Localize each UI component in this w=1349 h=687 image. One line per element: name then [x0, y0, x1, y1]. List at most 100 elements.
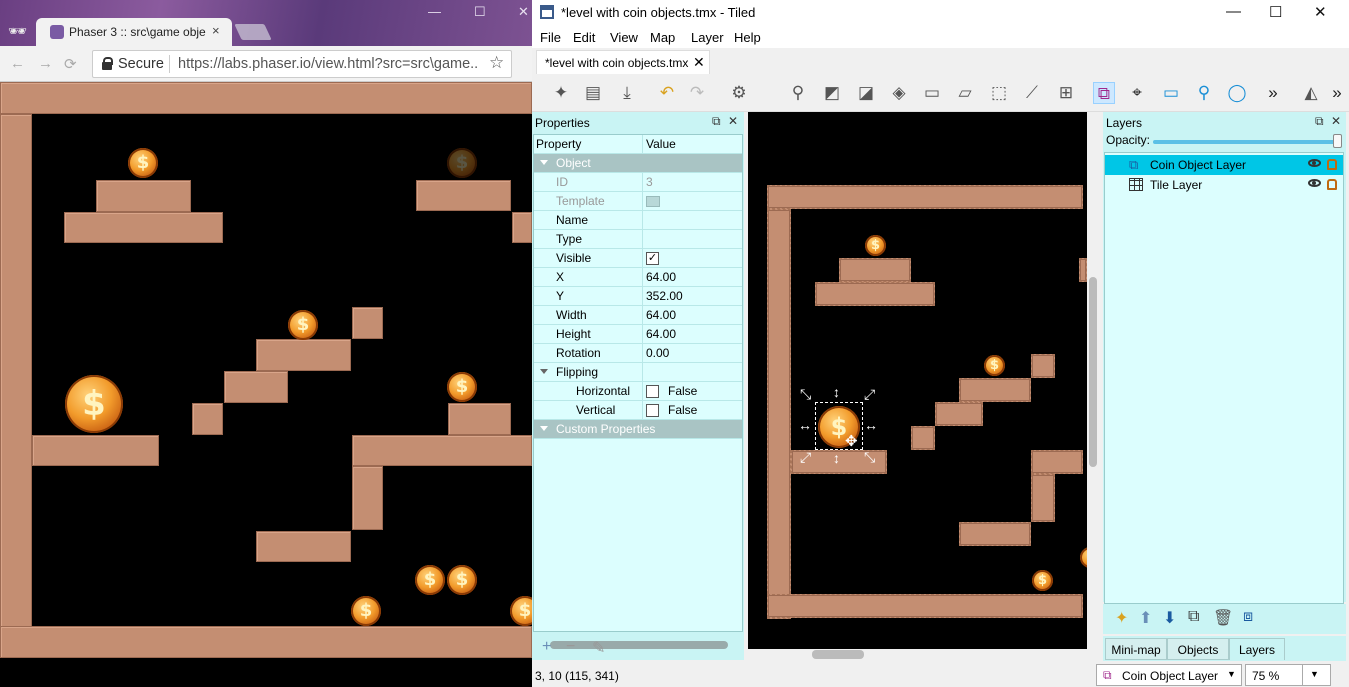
- coin-object[interactable]: $: [984, 355, 1005, 376]
- bookmark-star-icon[interactable]: ☆: [489, 53, 504, 73]
- document-tab[interactable]: *level with coin objects.tmx ✕: [536, 50, 710, 74]
- browser-tab[interactable]: Phaser 3 :: src\game obje ×: [36, 18, 232, 46]
- duplicate-layer-icon[interactable]: ⧉: [1188, 608, 1199, 626]
- flip-horizontal-icon[interactable]: ◭: [1300, 82, 1322, 104]
- minimize-button[interactable]: —: [1226, 3, 1241, 20]
- commands-icon[interactable]: ⚙: [728, 82, 750, 104]
- resize-handle-icon[interactable]: ↔: [864, 417, 878, 433]
- minimize-button[interactable]: —: [428, 4, 441, 19]
- edit-polygons-icon[interactable]: ⌖: [1126, 82, 1148, 104]
- property-row[interactable]: Height 64.00: [534, 325, 742, 344]
- property-row[interactable]: Y 352.00: [534, 287, 742, 306]
- new-file-icon[interactable]: ✦: [550, 82, 572, 104]
- collapse-icon[interactable]: [540, 369, 548, 374]
- rect-select-icon[interactable]: ⬚: [988, 82, 1010, 104]
- opacity-slider-handle[interactable]: [1333, 134, 1342, 148]
- eye-icon[interactable]: [1308, 159, 1321, 167]
- property-value[interactable]: 64.00: [646, 270, 676, 284]
- close-window-button[interactable]: ✕: [1314, 3, 1327, 21]
- more-tools-icon[interactable]: »: [1262, 82, 1284, 104]
- property-row[interactable]: Name: [534, 211, 742, 230]
- tab-objects[interactable]: Objects: [1167, 638, 1229, 660]
- eye-icon[interactable]: [1308, 179, 1321, 187]
- layer-row-coin-object-layer[interactable]: ⧉ Coin Object Layer: [1105, 155, 1343, 175]
- maximize-button[interactable]: ☐: [474, 4, 486, 20]
- close-panel-icon[interactable]: ✕: [728, 114, 738, 128]
- property-value[interactable]: 64.00: [646, 308, 676, 322]
- property-row[interactable]: Horizontal False: [534, 382, 742, 401]
- zoom-select[interactable]: 75 % ▼: [1245, 664, 1331, 686]
- wang-brush-icon[interactable]: ◪: [855, 82, 877, 104]
- menu-map[interactable]: Map: [650, 30, 675, 45]
- property-row[interactable]: Visible ✓: [534, 249, 742, 268]
- group-custom-properties[interactable]: Custom Properties: [534, 420, 742, 439]
- url-text[interactable]: https://labs.phaser.io/view.html?src=src…: [178, 56, 478, 72]
- menu-view[interactable]: View: [610, 30, 638, 45]
- property-value[interactable]: 64.00: [646, 327, 676, 341]
- resize-handle-icon[interactable]: ⤡: [864, 449, 875, 466]
- property-value[interactable]: 0.00: [646, 346, 669, 360]
- property-row[interactable]: Vertical False: [534, 401, 742, 420]
- flip-vertical-checkbox[interactable]: [646, 404, 659, 417]
- insert-ellipse-icon[interactable]: ◯: [1226, 82, 1248, 104]
- coin-object[interactable]: $: [865, 235, 886, 256]
- more-tools-icon[interactable]: »: [1326, 82, 1348, 104]
- reload-icon[interactable]: ⟳: [64, 55, 77, 73]
- property-row[interactable]: Width 64.00: [534, 306, 742, 325]
- delete-layer-icon[interactable]: 🗑: [1213, 608, 1233, 628]
- menu-help[interactable]: Help: [734, 30, 761, 45]
- group-flipping[interactable]: Flipping: [534, 363, 742, 382]
- toggle-other-layers-icon[interactable]: ⧈: [1243, 608, 1253, 626]
- insert-rectangle-icon[interactable]: ▭: [1160, 82, 1182, 104]
- menu-edit[interactable]: Edit: [573, 30, 595, 45]
- resize-handle-icon[interactable]: ↕: [833, 450, 840, 466]
- select-objects-icon[interactable]: ⧉: [1093, 82, 1115, 104]
- new-tab-button[interactable]: [234, 24, 272, 40]
- terrain-brush-icon[interactable]: ◩: [821, 82, 843, 104]
- rename-property-icon[interactable]: ✎: [592, 638, 605, 658]
- collapse-icon[interactable]: [540, 426, 548, 431]
- resize-handle-icon[interactable]: ⤡: [800, 386, 811, 403]
- map-view[interactable]: $ $ $ $ $ ⤡ ↕ ⤢ ↔ ↔ ⤢ ↕ ⤡ ✥: [748, 112, 1087, 649]
- new-layer-icon[interactable]: ✦: [1115, 608, 1128, 628]
- horizontal-scrollbar[interactable]: [748, 649, 1087, 661]
- magic-wand-icon[interactable]: ⟋: [1021, 82, 1043, 104]
- vertical-scrollbar[interactable]: [1087, 112, 1099, 649]
- chevron-down-icon[interactable]: ▼: [1310, 669, 1319, 679]
- tab-layers[interactable]: Layers: [1229, 638, 1285, 660]
- address-bar[interactable]: Secure https://labs.phaser.io/view.html?…: [92, 50, 512, 78]
- current-layer-select[interactable]: ⧉ Coin Object Layer ▼: [1096, 664, 1242, 686]
- float-panel-icon[interactable]: ⧉: [1315, 114, 1324, 129]
- insert-point-icon[interactable]: ⚲: [1193, 82, 1215, 104]
- property-row[interactable]: X 64.00: [534, 268, 742, 287]
- visible-checkbox[interactable]: ✓: [646, 252, 659, 265]
- shape-fill-icon[interactable]: ▭: [921, 82, 943, 104]
- lower-layer-icon[interactable]: ⬇: [1163, 608, 1176, 628]
- close-document-icon[interactable]: ✕: [693, 54, 705, 71]
- scrollbar-thumb[interactable]: [1089, 277, 1097, 467]
- lock-icon[interactable]: [1327, 159, 1337, 170]
- select-same-tile-icon[interactable]: ⊞: [1055, 82, 1077, 104]
- menu-file[interactable]: File: [540, 30, 561, 45]
- resize-handle-icon[interactable]: ⤢: [864, 386, 875, 403]
- close-tab-icon[interactable]: ×: [212, 23, 220, 38]
- undo-icon[interactable]: ↶: [656, 82, 678, 104]
- collapse-icon[interactable]: [540, 160, 548, 165]
- scrollbar-thumb[interactable]: [812, 650, 864, 659]
- eraser-icon[interactable]: ▱: [954, 82, 976, 104]
- game-canvas[interactable]: $ $ $ $ $ $ $ $ $: [0, 82, 532, 684]
- property-row[interactable]: Rotation 0.00: [534, 344, 742, 363]
- maximize-button[interactable]: ☐: [1269, 3, 1282, 21]
- resize-handle-icon[interactable]: ↕: [833, 384, 840, 400]
- open-file-icon[interactable]: ▤: [582, 82, 604, 104]
- remove-property-icon[interactable]: −: [566, 638, 575, 656]
- group-object[interactable]: Object: [534, 154, 742, 173]
- coin-object[interactable]: $: [1080, 547, 1087, 568]
- chevron-down-icon[interactable]: ▼: [1227, 669, 1236, 679]
- coin-object[interactable]: $: [1032, 570, 1053, 591]
- float-panel-icon[interactable]: ⧉: [712, 114, 721, 129]
- redo-icon[interactable]: ↷: [686, 82, 708, 104]
- stamp-brush-icon[interactable]: ⚲: [787, 82, 809, 104]
- menu-layer[interactable]: Layer: [691, 30, 724, 45]
- back-icon[interactable]: ←: [10, 55, 25, 72]
